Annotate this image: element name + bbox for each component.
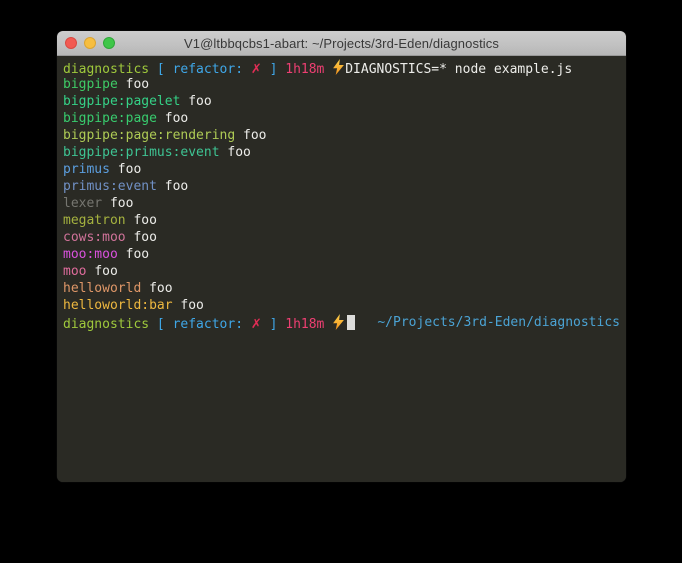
log-namespace: helloworld:bar [63,298,173,313]
log-namespace: lexer [63,196,102,211]
prompt-project: diagnostics [63,62,149,77]
log-namespace: primus:event [63,179,157,194]
prompt-bracket-close: ] [270,62,278,77]
prompt-vcs-label: refactor: [173,62,243,77]
log-namespace: helloworld [63,281,141,296]
log-message: foo [180,298,203,313]
log-line: helloworld:bar foo [63,297,620,314]
prompt-command: DIAGNOSTICS=* node example.js [345,62,572,77]
terminal-cursor [347,315,355,330]
log-line: bigpipe:pagelet foo [63,93,620,110]
title-bar[interactable]: V1@ltbbqcbs1-abart: ~/Projects/3rd-Eden/… [57,31,626,56]
log-line: bigpipe:page:rendering foo [63,127,620,144]
log-namespace: bigpipe [63,77,118,92]
log-namespace: bigpipe:page:rendering [63,128,235,143]
traffic-lights [65,37,115,49]
close-button[interactable] [65,37,77,49]
cwd-path: ~/Projects/3rd-Eden/diagnostics [377,314,620,331]
log-message: foo [133,213,156,228]
log-namespace: cows:moo [63,230,126,245]
log-message: foo [165,111,188,126]
prompt-vcs-label: refactor: [173,317,243,332]
log-line: moo foo [63,263,620,280]
high-voltage-icon [332,314,345,330]
log-line: lexer foo [63,195,620,212]
log-line: helloworld foo [63,280,620,297]
prompt-bracket-close: ] [270,317,278,332]
log-message: foo [118,162,141,177]
minimize-button[interactable] [84,37,96,49]
terminal-screen[interactable]: diagnostics [ refactor: ✗ ] 1h18m DIAGNO… [57,56,626,482]
prompt-project: diagnostics [63,317,149,332]
log-namespace: moo:moo [63,247,118,262]
log-namespace: primus [63,162,110,177]
log-message: foo [133,230,156,245]
log-message: foo [126,77,149,92]
zoom-button[interactable] [103,37,115,49]
desktop-background: V1@ltbbqcbs1-abart: ~/Projects/3rd-Eden/… [0,0,682,563]
log-message: foo [165,179,188,194]
log-message: foo [188,94,211,109]
window-title: V1@ltbbqcbs1-abart: ~/Projects/3rd-Eden/… [184,36,499,51]
prompt-line-top: diagnostics [ refactor: ✗ ] 1h18m DIAGNO… [63,59,620,76]
log-namespace: moo [63,264,86,279]
log-line: bigpipe foo [63,76,620,93]
log-message: foo [227,145,250,160]
log-namespace: megatron [63,213,126,228]
vcs-dirty-icon: ✗ [251,317,262,332]
log-line: megatron foo [63,212,620,229]
log-message: foo [94,264,117,279]
log-line: bigpipe:primus:event foo [63,144,620,161]
vcs-dirty-icon: ✗ [251,62,262,77]
log-message: foo [149,281,172,296]
prompt-elapsed: 1h18m [285,62,324,77]
log-message: foo [126,247,149,262]
prompt-line-bottom: diagnostics [ refactor: ✗ ] 1h18m ~/Proj… [63,314,620,331]
terminal-window: V1@ltbbqcbs1-abart: ~/Projects/3rd-Eden/… [57,31,626,482]
high-voltage-icon [332,59,345,75]
prompt-elapsed: 1h18m [285,317,324,332]
log-line: bigpipe:page foo [63,110,620,127]
prompt-bracket-open: [ [157,62,165,77]
log-line: primus foo [63,161,620,178]
log-line: cows:moo foo [63,229,620,246]
log-line: primus:event foo [63,178,620,195]
prompt-bracket-open: [ [157,317,165,332]
log-namespace: bigpipe:page [63,111,157,126]
log-namespace: bigpipe:pagelet [63,94,180,109]
log-namespace: bigpipe:primus:event [63,145,220,160]
log-line: moo:moo foo [63,246,620,263]
log-message: foo [110,196,133,211]
log-message: foo [243,128,266,143]
